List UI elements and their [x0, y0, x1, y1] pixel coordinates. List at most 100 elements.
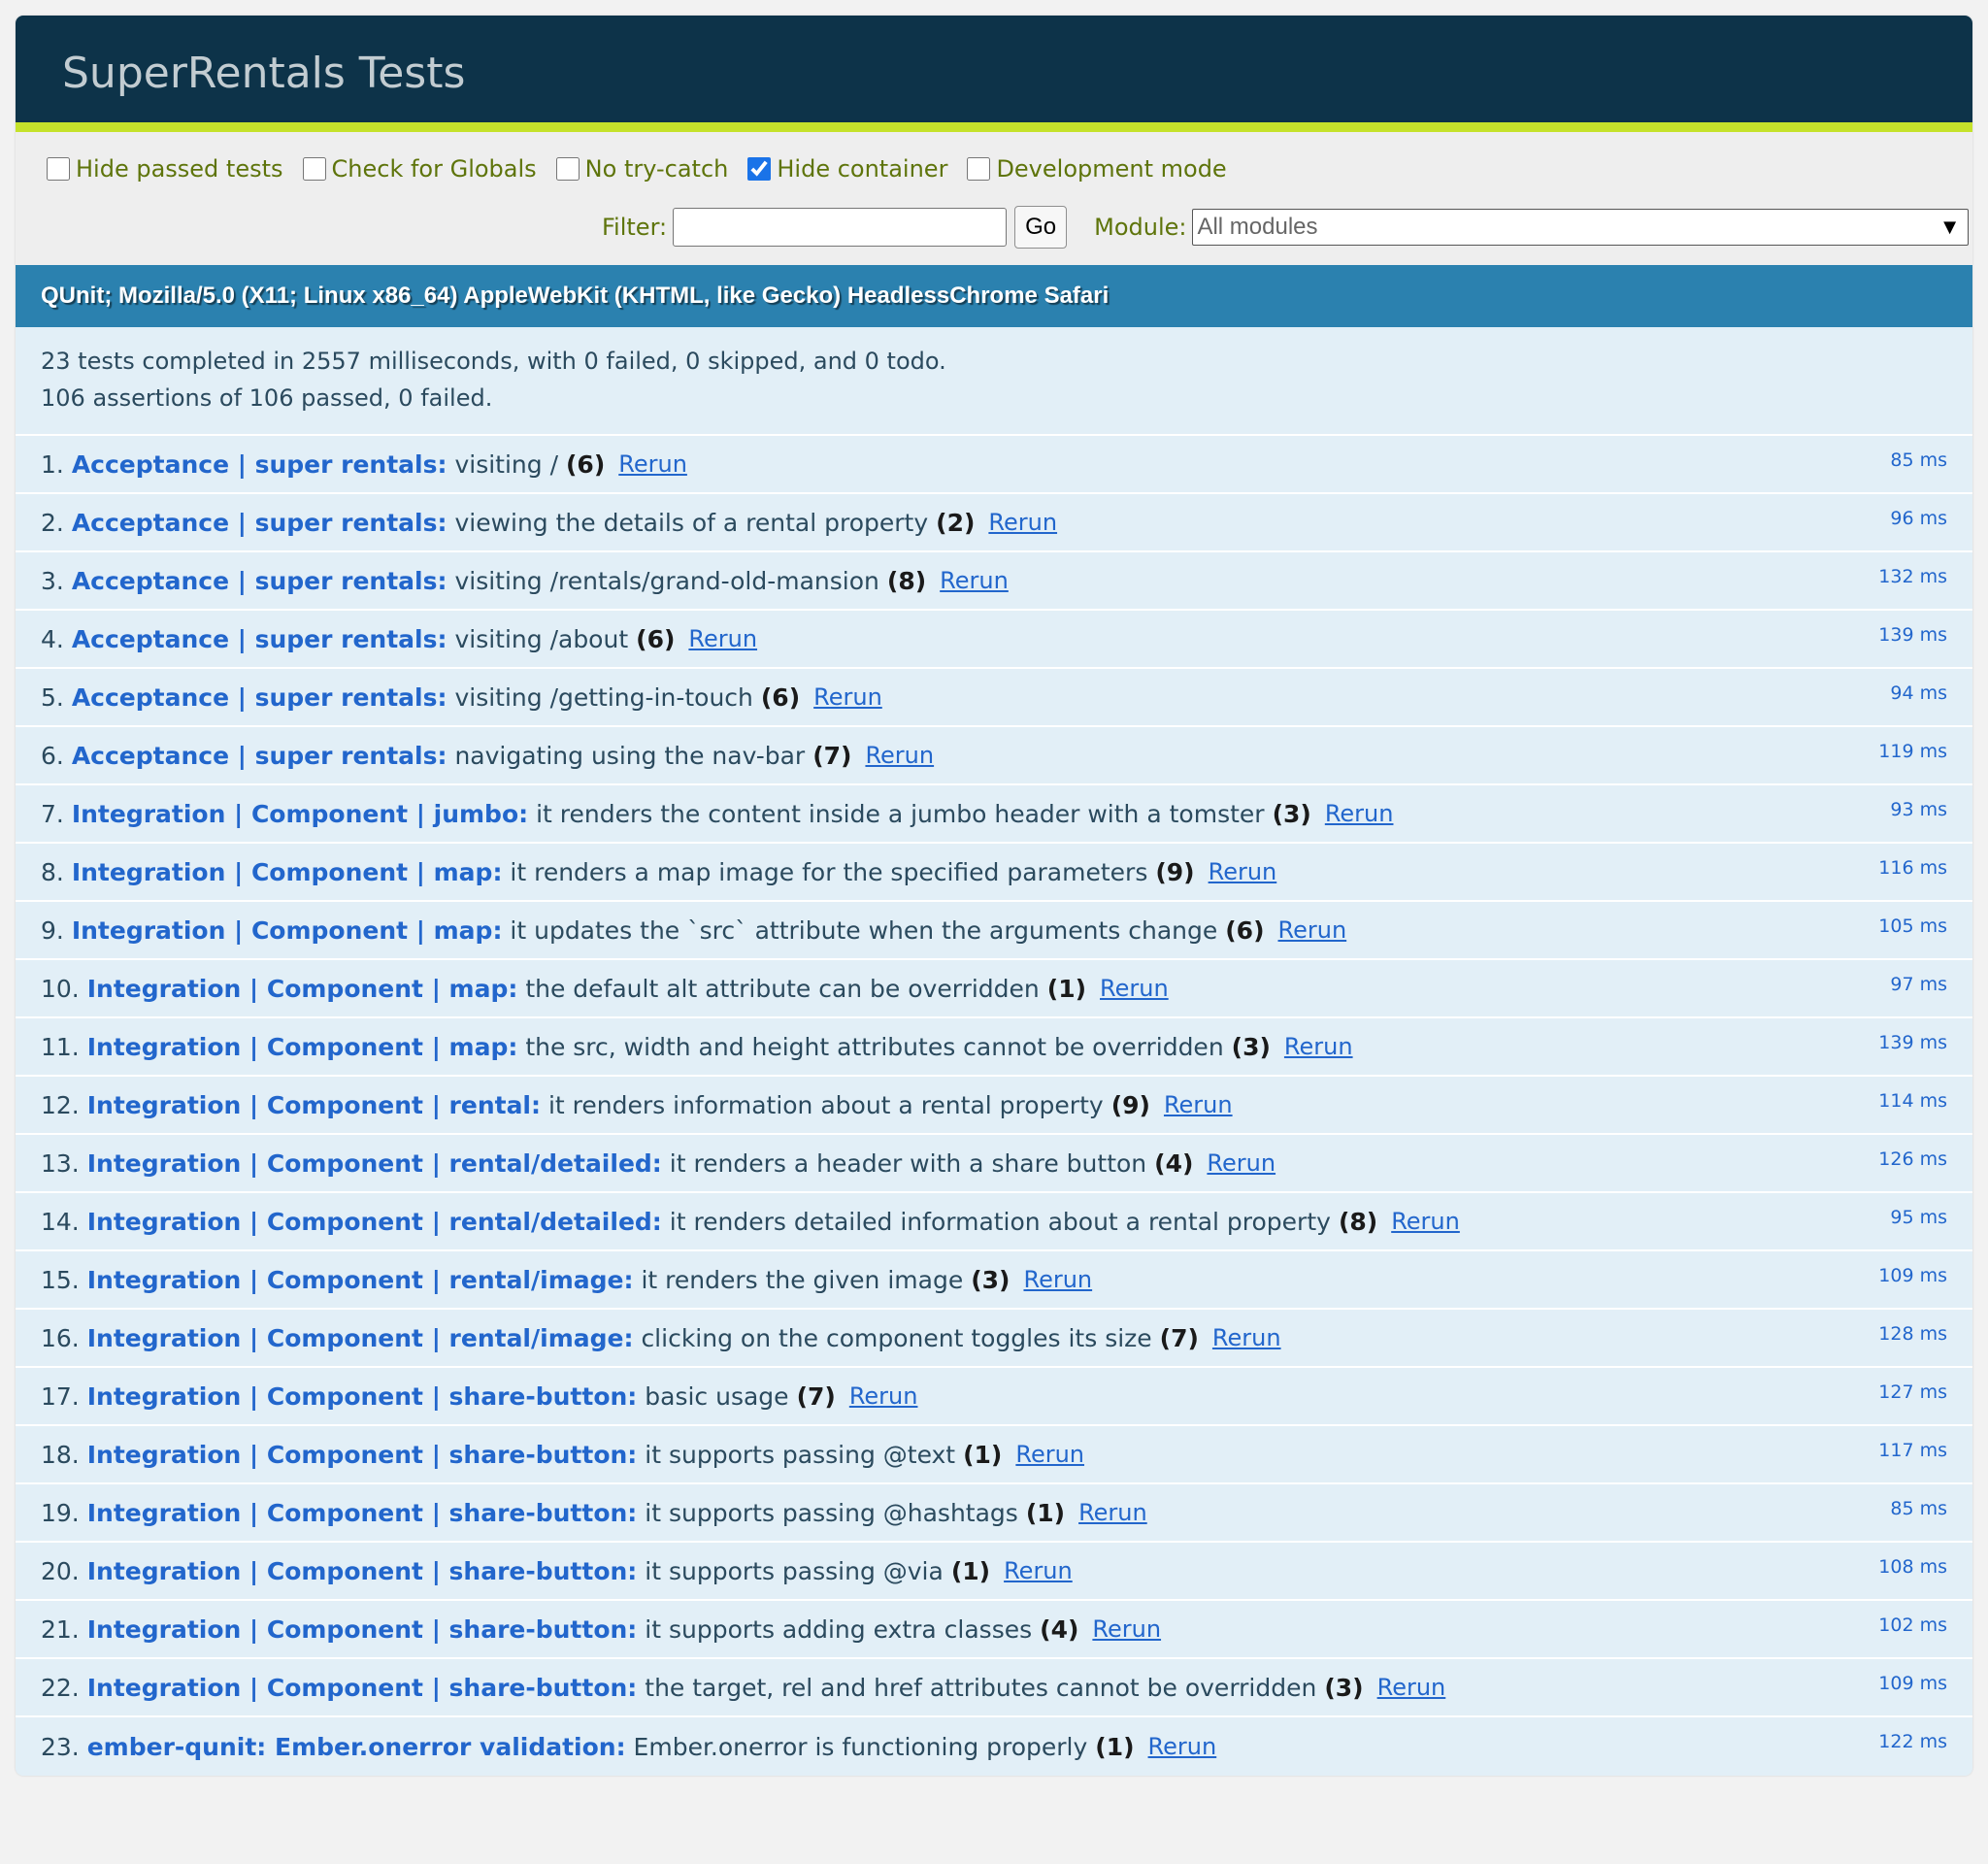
rerun-link[interactable]: Rerun: [940, 567, 1009, 594]
test-name[interactable]: it renders a map image for the specified…: [510, 858, 1147, 886]
test-module-name[interactable]: Integration | Component | rental/image:: [87, 1266, 634, 1294]
test-module-name[interactable]: Acceptance | super rentals:: [72, 450, 447, 479]
rerun-link[interactable]: Rerun: [849, 1382, 918, 1410]
rerun-link[interactable]: Rerun: [688, 625, 757, 652]
test-name[interactable]: visiting /getting-in-touch: [454, 683, 752, 712]
test-row[interactable]: 4. Acceptance | super rentals: visiting …: [16, 611, 1972, 669]
go-button[interactable]: Go: [1014, 206, 1068, 249]
test-row[interactable]: 21. Integration | Component | share-butt…: [16, 1601, 1972, 1659]
hide-container-option[interactable]: Hide container: [747, 155, 947, 183]
test-name[interactable]: it renders the content inside a jumbo he…: [536, 800, 1264, 828]
test-module-name[interactable]: Acceptance | super rentals:: [72, 683, 447, 712]
test-module-name[interactable]: Integration | Component | map:: [72, 916, 503, 945]
test-module-name[interactable]: Integration | Component | share-button:: [87, 1382, 638, 1411]
test-module-name[interactable]: Acceptance | super rentals:: [72, 509, 447, 537]
test-row[interactable]: 17. Integration | Component | share-butt…: [16, 1368, 1972, 1426]
test-row[interactable]: 19. Integration | Component | share-butt…: [16, 1484, 1972, 1543]
rerun-link[interactable]: Rerun: [1015, 1441, 1084, 1468]
development-mode-label[interactable]: Development mode: [996, 155, 1226, 183]
rerun-link[interactable]: Rerun: [618, 450, 687, 478]
test-module-name[interactable]: Integration | Component | rental/detaile…: [87, 1208, 662, 1236]
rerun-link[interactable]: Rerun: [1391, 1208, 1460, 1235]
test-name[interactable]: visiting /about: [454, 625, 628, 653]
test-name[interactable]: it renders information about a rental pr…: [548, 1091, 1104, 1119]
rerun-link[interactable]: Rerun: [1100, 975, 1169, 1002]
test-name[interactable]: basic usage: [645, 1382, 788, 1411]
test-name[interactable]: the default alt attribute can be overrid…: [525, 975, 1039, 1003]
test-name[interactable]: the src, width and height attributes can…: [525, 1033, 1223, 1061]
test-row[interactable]: 11. Integration | Component | map: the s…: [16, 1018, 1972, 1077]
test-name[interactable]: it updates the `src` attribute when the …: [510, 916, 1217, 945]
test-row[interactable]: 15. Integration | Component | rental/ima…: [16, 1251, 1972, 1310]
test-module-name[interactable]: Integration | Component | map:: [87, 975, 518, 1003]
test-module-name[interactable]: Integration | Component | map:: [72, 858, 503, 886]
hide-container-checkbox[interactable]: [747, 157, 772, 181]
test-name[interactable]: the target, rel and href attributes cann…: [645, 1674, 1316, 1702]
test-row[interactable]: 6. Acceptance | super rentals: navigatin…: [16, 727, 1972, 785]
test-module-name[interactable]: Integration | Component | rental/image:: [87, 1324, 634, 1352]
test-name[interactable]: it supports passing @hashtags: [645, 1499, 1018, 1527]
filter-input[interactable]: [673, 208, 1008, 247]
test-module-name[interactable]: Integration | Component | share-button:: [87, 1441, 638, 1469]
rerun-link[interactable]: Rerun: [1377, 1674, 1446, 1701]
test-module-name[interactable]: Integration | Component | share-button:: [87, 1615, 638, 1644]
development-mode-option[interactable]: Development mode: [967, 155, 1227, 183]
rerun-link[interactable]: Rerun: [1278, 916, 1347, 944]
test-name[interactable]: clicking on the component toggles its si…: [641, 1324, 1151, 1352]
hide-passed-label[interactable]: Hide passed tests: [76, 155, 283, 183]
rerun-link[interactable]: Rerun: [988, 509, 1057, 536]
hide-container-label[interactable]: Hide container: [777, 155, 947, 183]
test-row[interactable]: 12. Integration | Component | rental: it…: [16, 1077, 1972, 1135]
test-name[interactable]: it supports passing @via: [645, 1557, 944, 1585]
test-row[interactable]: 1. Acceptance | super rentals: visiting …: [16, 436, 1972, 494]
rerun-link[interactable]: Rerun: [1284, 1033, 1353, 1060]
rerun-link[interactable]: Rerun: [865, 742, 934, 769]
test-row[interactable]: 23. ember-qunit: Ember.onerror validatio…: [16, 1717, 1972, 1776]
rerun-link[interactable]: Rerun: [1004, 1557, 1073, 1584]
check-globals-checkbox[interactable]: [302, 157, 326, 181]
rerun-link[interactable]: Rerun: [1212, 1324, 1281, 1351]
test-row[interactable]: 10. Integration | Component | map: the d…: [16, 960, 1972, 1018]
no-try-catch-checkbox[interactable]: [555, 157, 580, 181]
test-name[interactable]: viewing the details of a rental property: [454, 509, 928, 537]
test-name[interactable]: it supports adding extra classes: [645, 1615, 1032, 1644]
hide-passed-option[interactable]: Hide passed tests: [47, 155, 283, 183]
test-row[interactable]: 5. Acceptance | super rentals: visiting …: [16, 669, 1972, 727]
no-try-catch-option[interactable]: No try-catch: [555, 155, 729, 183]
test-name[interactable]: visiting /rentals/grand-old-mansion: [454, 567, 878, 595]
test-module-name[interactable]: Acceptance | super rentals:: [72, 567, 447, 595]
test-module-name[interactable]: Acceptance | super rentals:: [72, 742, 447, 770]
test-row[interactable]: 22. Integration | Component | share-butt…: [16, 1659, 1972, 1717]
test-module-name[interactable]: Integration | Component | share-button:: [87, 1499, 638, 1527]
test-module-name[interactable]: ember-qunit: Ember.onerror validation:: [87, 1733, 626, 1761]
test-module-name[interactable]: Integration | Component | jumbo:: [72, 800, 528, 828]
test-row[interactable]: 7. Integration | Component | jumbo: it r…: [16, 785, 1972, 844]
no-try-catch-label[interactable]: No try-catch: [585, 155, 729, 183]
rerun-link[interactable]: Rerun: [1164, 1091, 1233, 1118]
rerun-link[interactable]: Rerun: [1207, 1149, 1276, 1177]
module-select[interactable]: All modules ▼: [1192, 209, 1970, 246]
test-module-name[interactable]: Integration | Component | share-button:: [87, 1557, 638, 1585]
test-row[interactable]: 3. Acceptance | super rentals: visiting …: [16, 552, 1972, 611]
test-name[interactable]: it renders the given image: [641, 1266, 963, 1294]
test-row[interactable]: 9. Integration | Component | map: it upd…: [16, 902, 1972, 960]
dropdown-arrow-icon[interactable]: ▼: [1939, 215, 1961, 240]
test-row[interactable]: 8. Integration | Component | map: it ren…: [16, 844, 1972, 902]
test-row[interactable]: 16. Integration | Component | rental/ima…: [16, 1310, 1972, 1368]
test-name[interactable]: navigating using the nav-bar: [454, 742, 805, 770]
rerun-link[interactable]: Rerun: [1023, 1266, 1092, 1293]
rerun-link[interactable]: Rerun: [1092, 1615, 1161, 1643]
test-module-name[interactable]: Integration | Component | rental:: [87, 1091, 541, 1119]
test-module-name[interactable]: Integration | Component | share-button:: [87, 1674, 638, 1702]
test-row[interactable]: 18. Integration | Component | share-butt…: [16, 1426, 1972, 1484]
test-name[interactable]: visiting /: [454, 450, 558, 479]
hide-passed-checkbox[interactable]: [47, 157, 70, 181]
test-name[interactable]: it renders detailed information about a …: [670, 1208, 1331, 1236]
test-module-name[interactable]: Integration | Component | map:: [87, 1033, 518, 1061]
test-row[interactable]: 13. Integration | Component | rental/det…: [16, 1135, 1972, 1193]
test-name[interactable]: Ember.onerror is functioning properly: [634, 1733, 1088, 1761]
page-title[interactable]: SuperRentals Tests: [16, 16, 1972, 132]
rerun-link[interactable]: Rerun: [1148, 1733, 1217, 1760]
test-name[interactable]: it supports passing @text: [645, 1441, 955, 1469]
rerun-link[interactable]: Rerun: [813, 683, 882, 711]
